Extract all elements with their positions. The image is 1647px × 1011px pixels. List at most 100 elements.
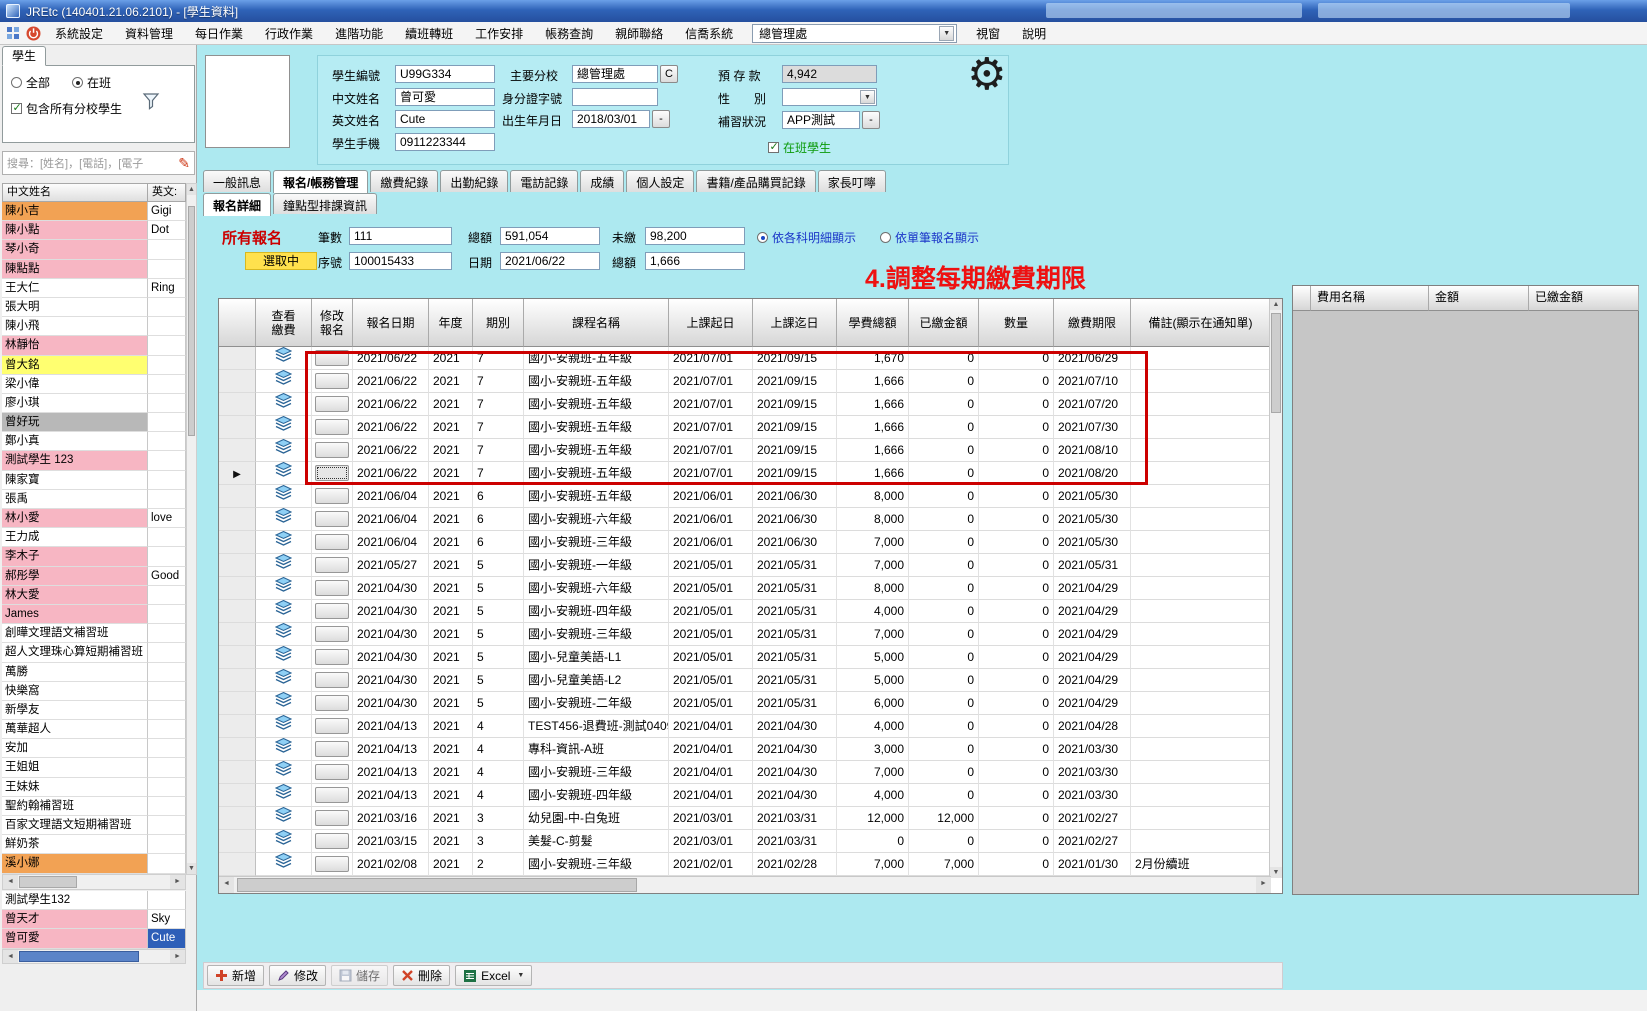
class-start-cell[interactable]: 2021/04/01 — [669, 738, 753, 761]
tuition-total-cell[interactable]: 8,000 — [837, 577, 909, 600]
term-cell[interactable]: 4 — [473, 715, 524, 738]
paid-amount-cell[interactable]: 0 — [909, 439, 979, 462]
quantity-cell[interactable]: 0 — [979, 807, 1054, 830]
payment-due-cell[interactable]: 2021/08/10 — [1054, 439, 1131, 462]
registration-date-cell[interactable]: 2021/04/30 — [353, 577, 429, 600]
registration-date-cell[interactable]: 2021/02/08 — [353, 853, 429, 876]
payment-due-cell[interactable]: 2021/03/30 — [1054, 784, 1131, 807]
student-list-hscrollbar[interactable]: ◄ ► — [2, 874, 186, 890]
student-row[interactable]: 王力成 — [2, 528, 186, 547]
student-english-cell[interactable] — [148, 260, 186, 279]
class-end-cell[interactable]: 2021/04/30 — [753, 715, 837, 738]
student-row[interactable]: 王妹妹 — [2, 778, 186, 797]
paid-amount-cell[interactable]: 0 — [909, 462, 979, 485]
student-english-cell[interactable]: Good — [148, 567, 186, 586]
tab-item[interactable]: 出勤紀錄 — [440, 170, 508, 192]
payment-due-cell[interactable]: 2021/07/30 — [1054, 416, 1131, 439]
registration-date-cell[interactable]: 2021/04/13 — [353, 784, 429, 807]
note-cell[interactable] — [1131, 554, 1271, 577]
registration-row[interactable]: ▶ 2021/06/22 2021 7 國小-安親班-五年級 2021/07/0… — [219, 347, 1271, 370]
tab-item[interactable]: 成績 — [580, 170, 624, 192]
registration-row[interactable]: ▶ 2021/05/27 2021 5 國小-安親班-一年級 2021/05/0… — [219, 554, 1271, 577]
view-payment-icon[interactable] — [275, 646, 292, 668]
student-row[interactable]: 廖小琪 — [2, 394, 186, 413]
student-name-cell[interactable]: 陳小吉 — [2, 202, 148, 221]
tab-item[interactable]: 個人設定 — [626, 170, 694, 192]
student-name-cell[interactable]: 鄭小真 — [2, 432, 148, 451]
quantity-cell[interactable]: 0 — [979, 393, 1054, 416]
payment-due-cell[interactable]: 2021/03/30 — [1054, 761, 1131, 784]
note-cell[interactable] — [1131, 370, 1271, 393]
tuition-total-cell[interactable]: 6,000 — [837, 692, 909, 715]
registration-row[interactable]: ▶ 2021/06/22 2021 7 國小-安親班-五年級 2021/07/0… — [219, 393, 1271, 416]
student-english-cell[interactable] — [148, 739, 186, 758]
year-cell[interactable]: 2021 — [429, 623, 473, 646]
registration-row[interactable]: ▶ 2021/03/16 2021 3 幼兒園-中-白兔班 2021/03/01… — [219, 807, 1271, 830]
year-cell[interactable]: 2021 — [429, 577, 473, 600]
column-header-name[interactable]: 中文姓名 — [2, 183, 148, 202]
registration-row[interactable]: ▶ 2021/04/13 2021 4 TEST456-退費班-測試0409 2… — [219, 715, 1271, 738]
student-english-cell[interactable]: Cute — [148, 929, 186, 948]
student-english-cell[interactable]: love — [148, 509, 186, 528]
student-row[interactable]: 萬勝 — [2, 663, 186, 682]
student-name-cell[interactable]: 聖約翰補習班 — [2, 797, 148, 816]
student-english-cell[interactable] — [148, 490, 186, 509]
class-start-cell[interactable]: 2021/07/01 — [669, 347, 753, 370]
student-row[interactable]: 林靜怡 — [2, 336, 186, 355]
tab-item[interactable]: 一般訊息 — [203, 170, 271, 192]
edit-registration-button[interactable] — [315, 396, 349, 412]
class-end-cell[interactable]: 2021/04/30 — [753, 738, 837, 761]
student-name-cell[interactable]: 林小愛 — [2, 509, 148, 528]
scroll-left-arrow-icon[interactable]: ◄ — [219, 877, 234, 893]
course-name-cell[interactable]: 國小-安親班-六年級 — [524, 508, 669, 531]
quantity-cell[interactable]: 0 — [979, 646, 1054, 669]
column-header[interactable]: 期別 — [473, 299, 524, 347]
student-name-cell[interactable]: 林靜怡 — [2, 336, 148, 355]
student-english-cell[interactable] — [148, 701, 186, 720]
view-payment-icon[interactable] — [275, 761, 292, 783]
paid-amount-cell[interactable]: 0 — [909, 738, 979, 761]
course-name-cell[interactable]: 幼兒園-中-白兔班 — [524, 807, 669, 830]
menu-item[interactable]: 親師聯絡 — [604, 22, 674, 45]
tuition-total-cell[interactable]: 5,000 — [837, 669, 909, 692]
payment-due-cell[interactable]: 2021/08/20 — [1054, 462, 1131, 485]
menu-item[interactable]: 進階功能 — [324, 22, 394, 45]
student-english-cell[interactable] — [148, 605, 186, 624]
student-name-cell[interactable]: 鮮奶茶 — [2, 835, 148, 854]
edit-registration-button[interactable] — [315, 626, 349, 642]
class-end-cell[interactable]: 2021/03/31 — [753, 807, 837, 830]
national-id-field[interactable] — [572, 88, 658, 106]
payment-due-cell[interactable]: 2021/03/30 — [1054, 738, 1131, 761]
student-name-cell[interactable]: 陳小飛 — [2, 317, 148, 336]
student-row[interactable]: 王姐姐 — [2, 758, 186, 777]
registration-row[interactable]: ▶ 2021/04/30 2021 5 國小-安親班-六年級 2021/05/0… — [219, 577, 1271, 600]
student-row[interactable]: 新學友 — [2, 701, 186, 720]
edit-registration-button[interactable] — [315, 649, 349, 665]
table-hscrollbar[interactable]: ◄ ► — [219, 876, 1271, 893]
class-start-cell[interactable]: 2021/06/01 — [669, 531, 753, 554]
scrollbar-thumb[interactable] — [1271, 313, 1281, 413]
tuition-total-cell[interactable]: 7,000 — [837, 531, 909, 554]
registration-row[interactable]: ▶ 2021/04/30 2021 5 國小-兒童美語-L1 2021/05/0… — [219, 646, 1271, 669]
scroll-right-arrow-icon[interactable]: ► — [170, 950, 185, 963]
search-input[interactable]: 搜尋：[姓名]，[電話]，[電子 — [7, 155, 143, 171]
note-cell[interactable] — [1131, 600, 1271, 623]
student-name-cell[interactable]: 新學友 — [2, 701, 148, 720]
student-photo[interactable] — [205, 55, 290, 148]
term-cell[interactable]: 5 — [473, 554, 524, 577]
course-name-cell[interactable]: 國小-安親班-四年級 — [524, 784, 669, 807]
registration-row[interactable]: ▶ 2021/06/04 2021 6 國小-安親班-五年級 2021/06/0… — [219, 485, 1271, 508]
term-cell[interactable]: 5 — [473, 692, 524, 715]
window-grid-icon[interactable] — [4, 24, 22, 42]
quantity-cell[interactable]: 0 — [979, 416, 1054, 439]
note-cell[interactable] — [1131, 393, 1271, 416]
class-start-cell[interactable]: 2021/05/01 — [669, 623, 753, 646]
add-button[interactable]: 新增 — [207, 965, 264, 986]
student-row[interactable]: 郝彤學 Good — [2, 567, 186, 586]
column-header[interactable]: 上課起日 — [669, 299, 753, 347]
payment-due-cell[interactable]: 2021/05/31 — [1054, 554, 1131, 577]
column-header[interactable]: 備註(顯示在通知單) — [1131, 299, 1271, 347]
registration-date-cell[interactable]: 2021/06/22 — [353, 416, 429, 439]
tuition-total-cell[interactable]: 8,000 — [837, 508, 909, 531]
class-end-cell[interactable]: 2021/05/31 — [753, 623, 837, 646]
